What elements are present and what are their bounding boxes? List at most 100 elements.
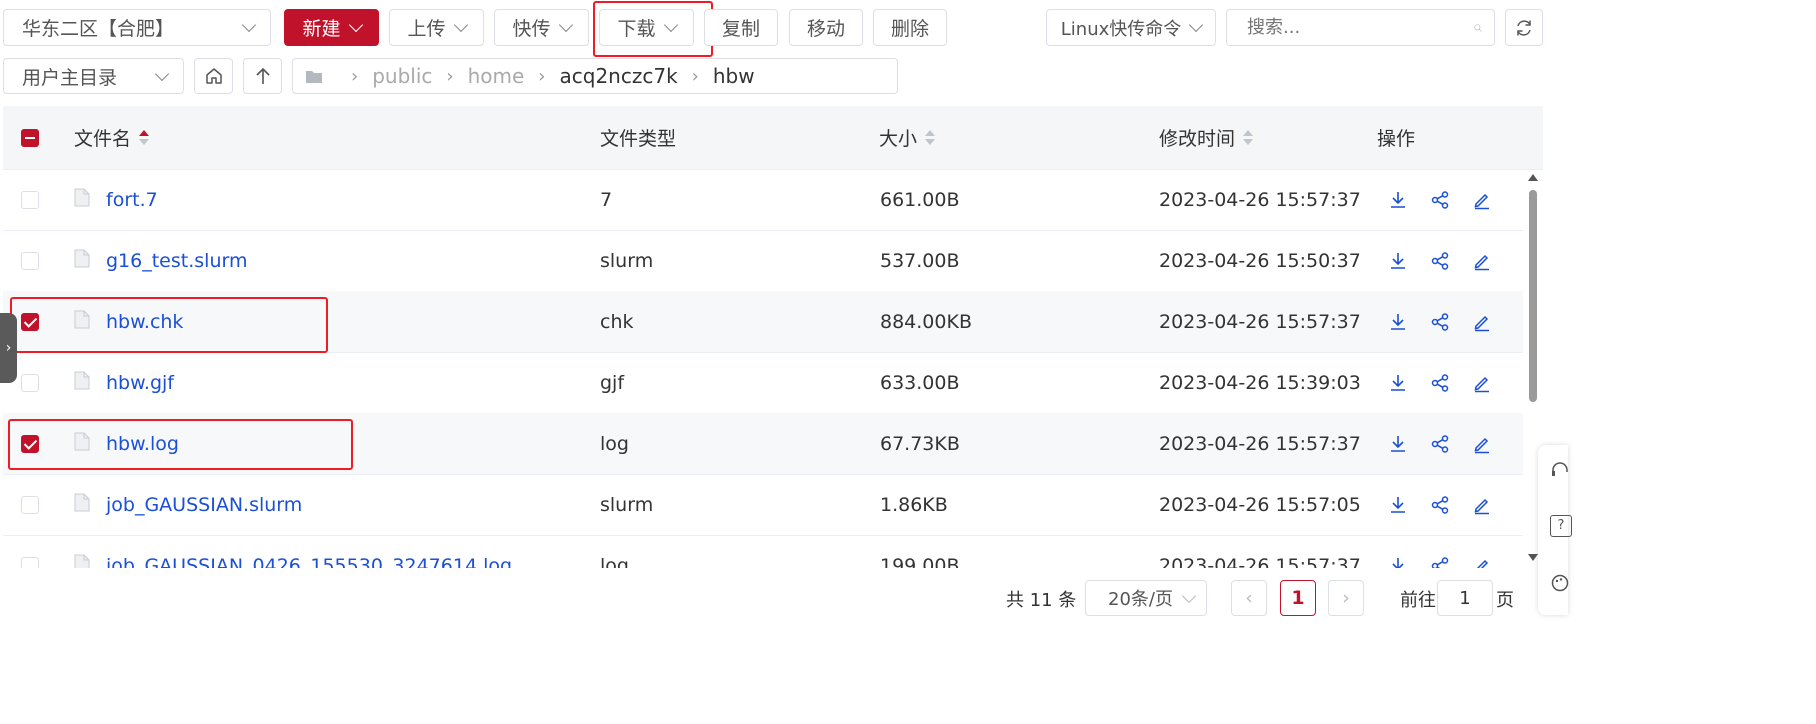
- region-select[interactable]: 华东二区【合肥】: [3, 9, 271, 46]
- table-row[interactable]: job_GAUSSIAN_0426_155530_3247614.log log 1…: [3, 535, 1523, 568]
- select-all-checkbox[interactable]: [21, 128, 39, 147]
- file-name-link[interactable]: fort.7: [106, 169, 158, 230]
- file-icon: [74, 554, 90, 568]
- delete-button-label: 删除: [890, 18, 929, 40]
- new-button[interactable]: 新建: [284, 9, 379, 46]
- column-header-name[interactable]: 文件名: [74, 106, 150, 169]
- linux-command-button[interactable]: Linux快传命令: [1046, 9, 1216, 46]
- download-icon[interactable]: [1388, 373, 1408, 393]
- edit-icon[interactable]: [1472, 556, 1492, 568]
- share-icon[interactable]: [1430, 434, 1450, 454]
- row-select-cell: [21, 169, 39, 230]
- selection-highlight-box: [8, 419, 353, 470]
- breadcrumb-item-public[interactable]: public: [372, 64, 432, 88]
- download-icon[interactable]: [1388, 556, 1408, 568]
- table-row[interactable]: fort.7 7 661.00B 2023-04-26 15:57:37: [3, 169, 1523, 231]
- upload-button[interactable]: 上传: [389, 9, 484, 46]
- download-icon[interactable]: [1388, 312, 1408, 332]
- sort-icon[interactable]: [1243, 130, 1254, 145]
- row-actions: [1388, 535, 1492, 568]
- home-button[interactable]: [194, 58, 233, 94]
- copy-button[interactable]: 复制: [704, 9, 778, 46]
- file-icon: [74, 249, 90, 273]
- next-page-button[interactable]: ›: [1328, 580, 1364, 616]
- chevron-down-icon: [348, 17, 363, 33]
- home-icon: [205, 68, 222, 84]
- file-name-link[interactable]: hbw.gjf: [106, 352, 174, 413]
- row-actions: [1388, 352, 1492, 413]
- file-size: 884.00KB: [880, 310, 972, 333]
- edit-icon[interactable]: [1472, 190, 1492, 210]
- file-name-link[interactable]: job_GAUSSIAN.slurm: [106, 474, 302, 535]
- column-header-mtime[interactable]: 修改时间: [1159, 106, 1254, 169]
- row-actions: [1388, 291, 1492, 352]
- download-icon[interactable]: [1388, 495, 1408, 515]
- search-input[interactable]: [1245, 16, 1474, 39]
- table-row[interactable]: job_GAUSSIAN.slurm slurm 1.86KB 2023-04-26 …: [3, 474, 1523, 536]
- file-size: 67.73KB: [880, 432, 960, 455]
- search-icon[interactable]: [1474, 19, 1482, 37]
- edit-icon[interactable]: [1472, 434, 1492, 454]
- breadcrumb-item-user[interactable]: acq2nczc7k: [560, 64, 678, 88]
- row-actions: [1388, 230, 1492, 291]
- breadcrumb: › public › home › acq2nczc7k › hbw: [292, 58, 898, 94]
- file-name-link[interactable]: g16_test.slurm: [106, 230, 247, 291]
- share-icon[interactable]: [1430, 556, 1450, 568]
- file-type: 7: [600, 188, 613, 211]
- row-checkbox[interactable]: [21, 251, 39, 270]
- scroll-down-arrow[interactable]: [1528, 554, 1538, 561]
- share-icon[interactable]: [1430, 251, 1450, 271]
- row-checkbox[interactable]: [21, 495, 39, 514]
- table-row[interactable]: hbw.gjf gjf 633.00B 2023-04-26 15:39:03: [3, 352, 1523, 414]
- share-icon[interactable]: [1430, 373, 1450, 393]
- chevron-down-icon: [558, 17, 573, 33]
- scroll-up-arrow[interactable]: [1528, 174, 1538, 181]
- file-size: 537.00B: [880, 249, 960, 272]
- customer-service-icon[interactable]: [1550, 461, 1570, 481]
- table-row[interactable]: g16_test.slurm slurm 537.00B 2023-04-26 15:…: [3, 230, 1523, 292]
- column-header-size[interactable]: 大小: [879, 106, 936, 169]
- row-select-cell: [21, 352, 39, 413]
- breadcrumb-separator: ›: [351, 65, 359, 87]
- page-number-current[interactable]: 1: [1280, 580, 1316, 616]
- folder-icon: [306, 70, 322, 83]
- row-checkbox[interactable]: [21, 556, 39, 568]
- fast-upload-button[interactable]: 快传: [494, 9, 589, 46]
- share-icon[interactable]: [1430, 312, 1450, 332]
- edit-icon[interactable]: [1472, 373, 1492, 393]
- prev-page-button[interactable]: ‹: [1231, 580, 1267, 616]
- breadcrumb-item-home[interactable]: home: [468, 64, 525, 88]
- edit-icon[interactable]: [1472, 495, 1492, 515]
- share-icon[interactable]: [1430, 190, 1450, 210]
- help-icon[interactable]: ?: [1550, 515, 1572, 537]
- move-button[interactable]: 移动: [789, 9, 863, 46]
- file-size: 661.00B: [880, 188, 960, 211]
- row-actions: [1388, 413, 1492, 474]
- refresh-button[interactable]: [1505, 9, 1543, 46]
- table-body: fort.7 7 661.00B 2023-04-26 15:57:37 g16_tes…: [0, 169, 1530, 568]
- edit-icon[interactable]: [1472, 251, 1492, 271]
- table-header: 文件名 文件类型 大小 修改时间 操作: [3, 106, 1543, 170]
- share-icon[interactable]: [1430, 495, 1450, 515]
- edit-icon[interactable]: [1472, 312, 1492, 332]
- file-name-link[interactable]: job_GAUSSIAN_0426_155530_3247614.log: [106, 535, 512, 569]
- delete-button[interactable]: 删除: [873, 9, 947, 46]
- row-checkbox[interactable]: [21, 373, 39, 392]
- search-box[interactable]: [1226, 9, 1495, 46]
- directory-select[interactable]: 用户主目录: [3, 58, 184, 94]
- sort-icon[interactable]: [139, 130, 150, 145]
- download-icon[interactable]: [1388, 251, 1408, 271]
- up-directory-button[interactable]: [243, 58, 282, 94]
- breadcrumb-item-current: hbw: [712, 64, 755, 88]
- scrollbar-thumb[interactable]: [1529, 190, 1537, 402]
- download-icon[interactable]: [1388, 190, 1408, 210]
- pagination-total: 共 11 条: [1006, 590, 1077, 611]
- column-header-size-label: 大小: [879, 128, 918, 150]
- download-icon[interactable]: [1388, 434, 1408, 454]
- goto-page-input[interactable]: [1437, 580, 1493, 616]
- sidebar-toggle-handle[interactable]: ›: [0, 313, 17, 383]
- sort-icon[interactable]: [925, 130, 936, 145]
- row-checkbox[interactable]: [21, 190, 39, 209]
- palette-icon[interactable]: [1550, 573, 1570, 593]
- page-size-select[interactable]: 20条/页: [1085, 580, 1207, 616]
